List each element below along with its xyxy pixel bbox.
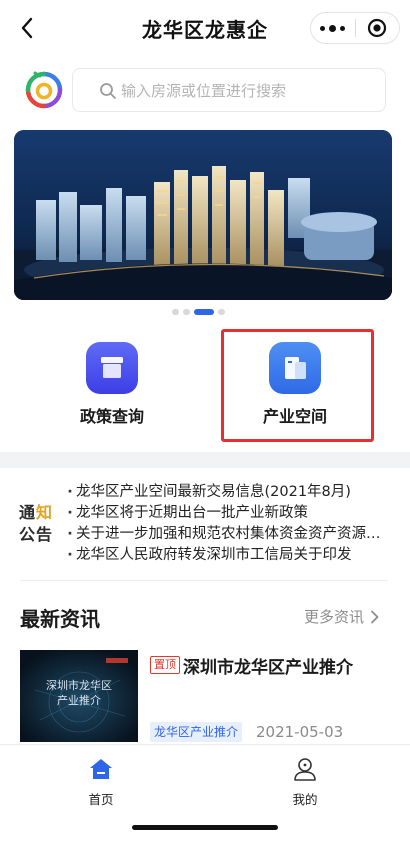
close-mini-program-button[interactable] — [355, 13, 399, 43]
banner-carousel[interactable] — [14, 130, 392, 300]
home-indicator — [132, 825, 278, 830]
news-tag: 龙华区产业推介 — [150, 722, 243, 742]
notice-list: 龙华区产业空间最新交易信息(2021年8月) 龙华区将于近期出台一批产业新政策 … — [64, 482, 394, 566]
carousel-dot-active[interactable] — [194, 309, 214, 315]
notice-title-char-1: 通 — [19, 503, 37, 522]
tab-home[interactable]: 首页 — [61, 755, 141, 808]
news-thumbnail: 深圳市龙华区 产业推介 — [20, 650, 138, 742]
carousel-dot[interactable] — [218, 309, 225, 315]
more-button[interactable] — [311, 13, 355, 43]
nav-bar: 龙华区龙惠企 — [0, 0, 410, 56]
tab-mine[interactable]: 我的 — [265, 755, 345, 808]
section-divider — [0, 452, 410, 468]
chevron-right-icon — [371, 610, 379, 623]
news-thumb-title: 深圳市龙华区 — [46, 679, 112, 692]
news-thumb-subtitle: 产业推介 — [57, 694, 101, 707]
notice-item[interactable]: 龙华区人民政府转发深圳市工信局关于印发 — [64, 545, 394, 566]
carousel-indicator — [172, 309, 225, 315]
search-box[interactable] — [72, 68, 386, 112]
user-icon — [294, 758, 316, 781]
notice-section: 通知 公告 龙华区产业空间最新交易信息(2021年8月) 龙华区将于近期出台一批… — [0, 468, 410, 584]
news-header: 最新资讯 更多资讯 — [0, 600, 410, 634]
search-input[interactable] — [121, 77, 371, 105]
news-title[interactable]: 深圳市龙华区产业推介 — [183, 653, 353, 678]
mini-program-capsule — [310, 12, 400, 44]
notice-item[interactable]: 关于进一步加强和规范农村集体资金资产资源管理的通知 — [64, 524, 394, 545]
notice-item[interactable]: 龙华区产业空间最新交易信息(2021年8月) — [64, 482, 394, 503]
more-dots-icon — [320, 25, 326, 31]
notice-item[interactable]: 龙华区将于近期出台一批产业新政策 — [64, 503, 394, 524]
carousel-dot[interactable] — [172, 309, 179, 315]
banner-image — [14, 130, 392, 300]
more-news-link[interactable]: 更多资讯 — [304, 606, 379, 627]
notice-title-line2: 公告 — [19, 525, 54, 544]
news-item[interactable]: 深圳市龙华区 产业推介 置顶 深圳市龙华区产业推介 龙华区产业推介 2021-0… — [20, 650, 390, 744]
news-date: 2021-05-03 — [256, 723, 344, 741]
notice-title: 通知 公告 — [19, 502, 59, 546]
notice-title-char-2: 知 — [36, 503, 54, 522]
pinned-badge: 置顶 — [150, 656, 180, 674]
search-icon — [100, 83, 116, 99]
document-box-icon — [101, 357, 123, 378]
notice-divider — [20, 580, 388, 581]
target-close-icon — [368, 18, 387, 38]
app-logo — [24, 70, 64, 110]
highlight-box — [221, 329, 374, 442]
tab-mine-label: 我的 — [292, 792, 318, 807]
policy-query-icon-box — [86, 342, 138, 394]
policy-query-label: 政策查询 — [79, 407, 144, 426]
carousel-dot[interactable] — [183, 309, 190, 315]
tab-home-label: 首页 — [88, 792, 114, 807]
more-news-label: 更多资讯 — [304, 608, 365, 626]
news-section-title: 最新资讯 — [20, 603, 100, 632]
policy-query-entry[interactable]: 政策查询 — [52, 342, 172, 432]
home-icon — [90, 759, 112, 779]
app-logo-icon — [25, 71, 63, 109]
